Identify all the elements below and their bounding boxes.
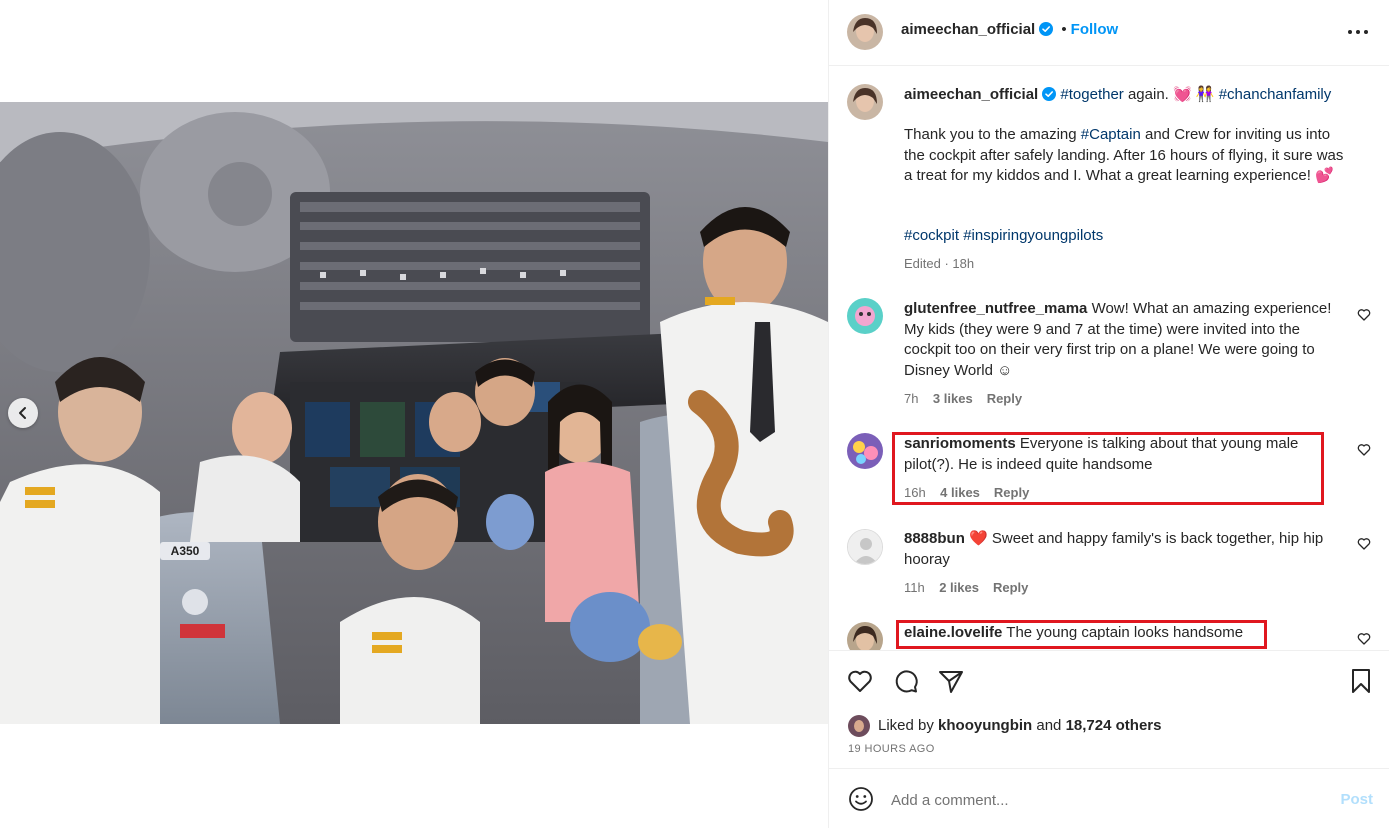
liked-by-others[interactable]: 18,724 others xyxy=(1066,717,1162,734)
caption-body: Thank you to the amazing #Captain and Cr… xyxy=(904,125,1349,187)
comment-meta: 7h 3 likes Reply xyxy=(904,389,1349,410)
comment-text: 8888bun ❤️ Sweet and happy family's is b… xyxy=(904,529,1349,570)
liker-avatar[interactable] xyxy=(848,715,870,737)
post-side-panel: aimeechan_official • Follow aimeechan_off… xyxy=(828,0,1389,828)
verified-badge-icon xyxy=(1042,87,1057,101)
default-avatar-icon xyxy=(848,530,882,564)
caption-line-1: aimeechan_official #together again. 💓 👭 … xyxy=(904,85,1349,106)
comment-avatar[interactable] xyxy=(847,433,883,469)
comment-username[interactable]: glutenfree_nutfree_mama xyxy=(904,300,1087,317)
hashtag-together[interactable]: #together xyxy=(1060,86,1123,103)
comment-time: 16h xyxy=(904,485,926,500)
liked-by-summary: Liked by khooyungbin and 18,724 others xyxy=(878,717,1161,734)
comment-composer: Post xyxy=(829,768,1389,828)
bookmark-icon[interactable] xyxy=(1347,667,1375,695)
hashtag-captain[interactable]: #Captain xyxy=(1081,126,1141,143)
comment-bubble-icon[interactable] xyxy=(892,667,920,695)
author-avatar[interactable] xyxy=(847,14,883,50)
emoji-icon[interactable] xyxy=(848,786,874,812)
chevron-left-icon xyxy=(19,407,26,419)
reply-button[interactable]: Reply xyxy=(993,580,1028,595)
separator-dot: • xyxy=(1061,21,1067,38)
avatar-photo xyxy=(847,14,883,50)
comment-time: 7h xyxy=(904,391,919,406)
avatar-photo xyxy=(847,298,883,334)
comments-list[interactable]: aimeechan_official #together again. 💓 👭 … xyxy=(829,67,1389,650)
comment-likes[interactable]: 2 likes xyxy=(939,580,979,595)
hashtag-cockpit[interactable]: #cockpit xyxy=(904,227,959,244)
caption-author-avatar[interactable] xyxy=(847,84,883,120)
media-panel: A350 xyxy=(0,0,828,828)
comment-username[interactable]: elaine.lovelife xyxy=(904,624,1002,641)
avatar-photo xyxy=(847,622,883,650)
like-heart-icon[interactable] xyxy=(846,667,874,695)
hashtag-inspiringyoungpilots[interactable]: #inspiringyoungpilots xyxy=(963,227,1103,244)
seat-badge-text: A350 xyxy=(171,544,200,558)
caption-hashtags: #cockpit #inspiringyoungpilots xyxy=(904,226,1349,247)
liked-by-prefix: Liked by xyxy=(878,717,939,734)
post-timestamp[interactable]: 19 HOURS AGO xyxy=(848,743,935,755)
comment-avatar[interactable] xyxy=(847,529,883,565)
follow-button[interactable]: Follow xyxy=(1071,21,1119,38)
cockpit-photo: A350 xyxy=(0,102,828,724)
post-photo[interactable]: A350 xyxy=(0,102,828,724)
comment-body: ❤️ Sweet and happy family's is back toge… xyxy=(904,530,1324,568)
reply-button[interactable]: Reply xyxy=(994,485,1029,500)
reply-button[interactable]: Reply xyxy=(987,391,1022,406)
comment-meta: 11h 2 likes Reply xyxy=(904,578,1349,599)
caption-line1-text: again. 💓 👭 xyxy=(1123,86,1219,103)
verified-badge-icon xyxy=(1039,22,1054,36)
heart-icon[interactable] xyxy=(1357,308,1371,322)
comment-time: 11h xyxy=(904,580,925,595)
heart-icon[interactable] xyxy=(1357,632,1371,646)
comment-text: glutenfree_nutfree_mama Wow! What an ama… xyxy=(904,299,1349,381)
comment-avatar[interactable] xyxy=(847,622,883,650)
caption-edited-time: Edited · 18h xyxy=(904,256,975,271)
comment-text: sanriomoments Everyone is talking about … xyxy=(904,434,1349,475)
comment-meta: 16h 4 likes Reply xyxy=(904,483,1349,504)
caption-username[interactable]: aimeechan_official xyxy=(904,86,1038,103)
share-send-icon[interactable] xyxy=(937,667,965,695)
post-actions: Liked by khooyungbin and 18,724 others 1… xyxy=(829,650,1389,768)
comment-input[interactable] xyxy=(891,789,1311,811)
more-horizontal-icon[interactable] xyxy=(1346,22,1370,42)
heart-icon[interactable] xyxy=(1357,443,1371,457)
author-username[interactable]: aimeechan_official xyxy=(901,21,1035,38)
comment-text: elaine.lovelife The young captain looks … xyxy=(904,623,1349,644)
previous-photo-button[interactable] xyxy=(8,398,38,428)
liked-by-and: and xyxy=(1032,717,1066,734)
hashtag-chanchanfamily[interactable]: #chanchanfamily xyxy=(1219,86,1332,103)
avatar-photo xyxy=(847,84,883,120)
heart-icon[interactable] xyxy=(1357,537,1371,551)
post-comment-button[interactable]: Post xyxy=(1340,791,1373,808)
comment-username[interactable]: 8888bun xyxy=(904,530,965,547)
comment-likes[interactable]: 4 likes xyxy=(940,485,980,500)
caption-body-pre: Thank you to the amazing xyxy=(904,126,1081,143)
comment-likes[interactable]: 3 likes xyxy=(933,391,973,406)
comment-avatar[interactable] xyxy=(847,298,883,334)
liked-by-user[interactable]: khooyungbin xyxy=(938,717,1032,734)
comment-body: The young captain looks handsome xyxy=(1002,624,1244,641)
avatar-photo xyxy=(848,715,870,737)
comment-username[interactable]: sanriomoments xyxy=(904,435,1016,452)
post-header: aimeechan_official • Follow xyxy=(829,0,1389,66)
avatar-photo xyxy=(847,433,883,469)
